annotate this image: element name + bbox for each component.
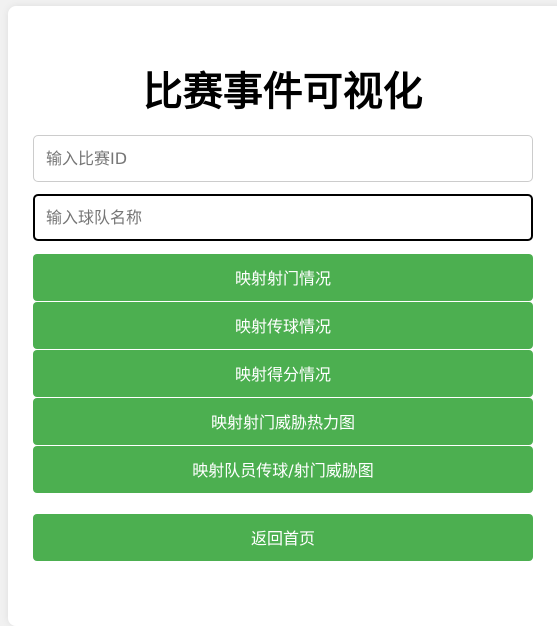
team-name-input[interactable] [33, 194, 533, 241]
match-id-input[interactable] [33, 135, 533, 182]
page-title: 比赛事件可视化 [143, 69, 423, 115]
map-shot-threat-heatmap-button[interactable]: 映射射门威胁热力图 [33, 398, 533, 445]
main-card: 比赛事件可视化 映射射门情况 映射传球情况 映射得分情况 映射射门威胁热力图 映… [8, 6, 557, 626]
map-shots-button[interactable]: 映射射门情况 [33, 254, 533, 301]
map-goals-button[interactable]: 映射得分情况 [33, 350, 533, 397]
back-home-button[interactable]: 返回首页 [33, 514, 533, 561]
map-passes-button[interactable]: 映射传球情况 [33, 302, 533, 349]
map-player-pass-shot-threat-button[interactable]: 映射队员传球/射门威胁图 [33, 446, 533, 493]
